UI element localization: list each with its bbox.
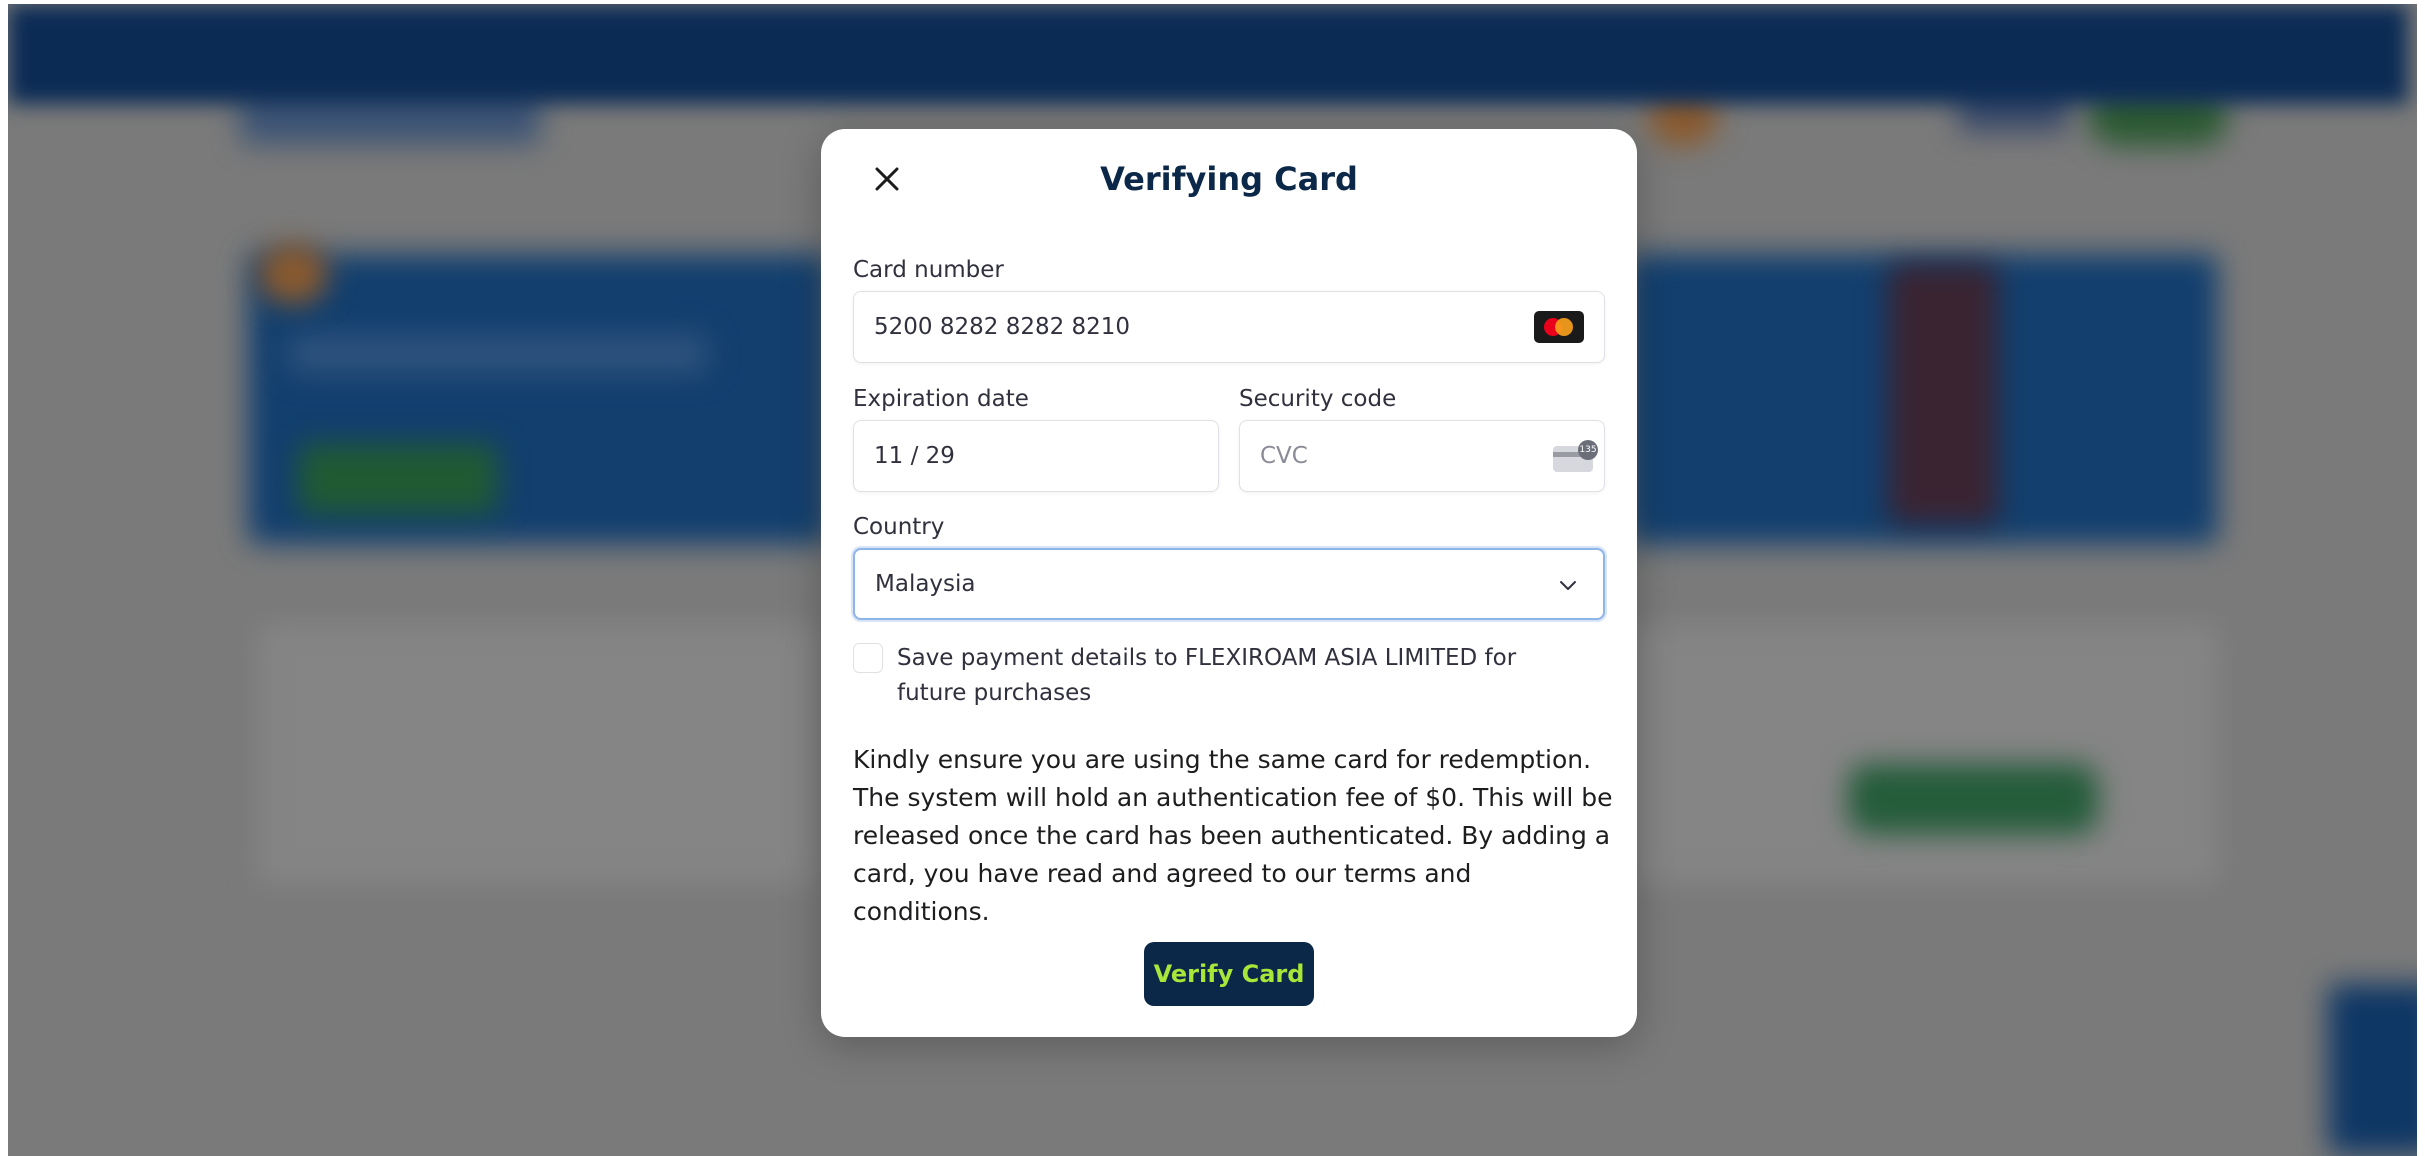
cvc-card-icon: 135 [1553, 440, 1599, 472]
save-details-label[interactable]: Save payment details to FLEXIROAM ASIA L… [897, 641, 1577, 711]
card-number-input[interactable] [874, 314, 1534, 340]
security-code-field[interactable]: 135 [1239, 420, 1605, 492]
authentication-notice: Kindly ensure you are using the same car… [853, 745, 1613, 926]
modal-title: Verifying Card [1100, 160, 1358, 198]
background-banner-badge [258, 244, 328, 304]
background-card-left [258, 624, 818, 884]
background-card-right [1628, 624, 2218, 884]
background-banner-button [298, 444, 498, 514]
security-code-input[interactable] [1260, 443, 1553, 469]
expiration-date-label: Expiration date [853, 386, 1029, 412]
verify-card-modal: Verifying Card Card number Expiration da… [821, 129, 1637, 1037]
security-code-label: Security code [1239, 386, 1397, 412]
background-banner-image [1888, 264, 1998, 524]
cvc-badge: 135 [1578, 440, 1598, 460]
background-banner-text [288, 334, 708, 374]
card-number-label: Card number [853, 257, 1004, 283]
chevron-down-icon [1560, 581, 1576, 590]
background-footer [8, 4, 2408, 104]
save-details-checkbox[interactable] [853, 643, 883, 673]
expiration-date-field[interactable] [853, 420, 1219, 492]
expiration-date-input[interactable] [874, 443, 1198, 469]
background-green-button [1848, 764, 2098, 834]
card-number-field[interactable] [853, 291, 1605, 363]
mastercard-icon [1534, 311, 1584, 343]
country-select[interactable]: Malaysia [853, 548, 1605, 620]
country-label: Country [853, 514, 945, 540]
country-selected-value: Malaysia [875, 571, 976, 597]
background-side-button [2328, 984, 2417, 1154]
verify-card-button[interactable]: Verify Card [1144, 942, 1314, 1006]
